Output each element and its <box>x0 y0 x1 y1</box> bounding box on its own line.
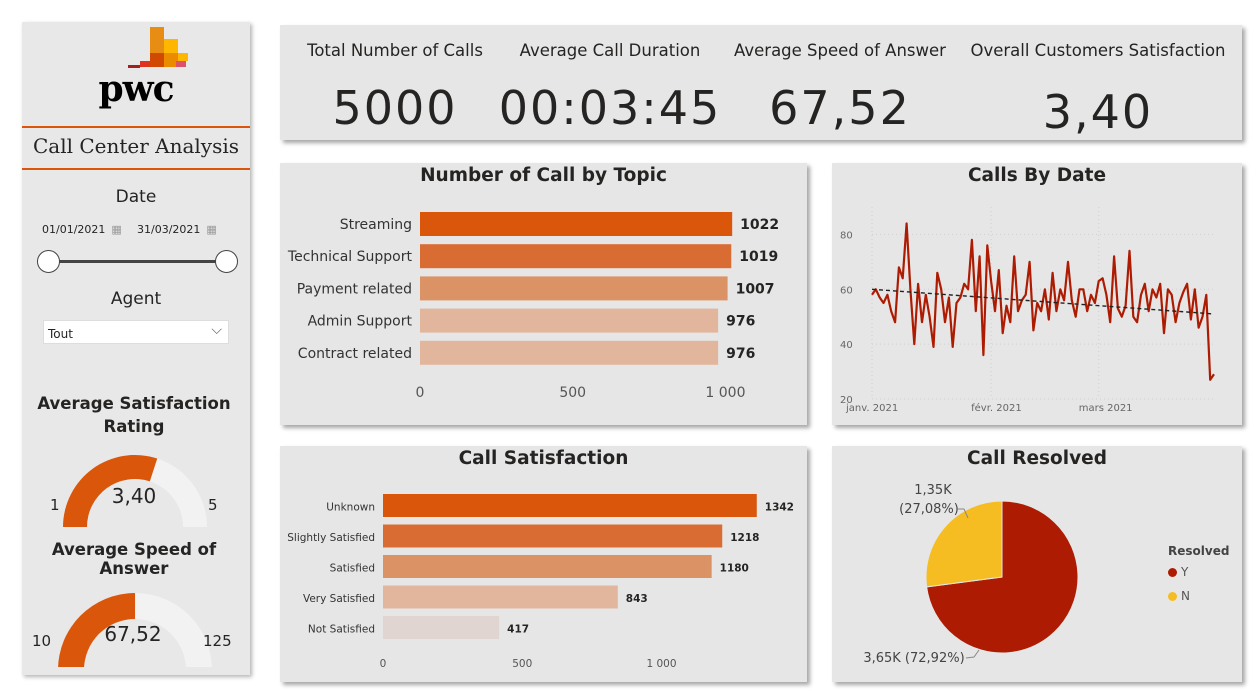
bar-category-label: Technical Support <box>287 249 413 265</box>
x-tick-label: 500 <box>512 658 532 670</box>
pie-leader-line-y <box>965 649 980 659</box>
legend-marker-n <box>1168 591 1177 601</box>
y-tick-label: 60 <box>840 285 853 296</box>
x-tick-label: 0 <box>416 385 425 401</box>
bar-data-label: 976 <box>726 314 755 330</box>
date-end-field[interactable]: 31/03/2021 ▦ <box>137 223 217 236</box>
calendar-icon[interactable]: ▦ <box>206 223 216 236</box>
bar-category-label: Slightly Satisfied <box>287 532 375 544</box>
speed-of-answer-gauge <box>58 593 212 667</box>
kpi-value-avg-duration: 00:03:45 <box>498 81 722 135</box>
gauge2-min: 10 <box>32 632 52 650</box>
y-tick-label: 80 <box>840 230 853 241</box>
bar <box>383 524 723 548</box>
y-tick-label: 40 <box>840 340 853 351</box>
date-slider-start-handle[interactable] <box>37 250 60 273</box>
bar <box>420 276 728 301</box>
kpi-value-speed-of-answer: 67,52 <box>769 81 911 135</box>
bar-data-label: 417 <box>507 624 529 636</box>
bar <box>383 616 500 639</box>
filter-sidebar: pwc Call Center Analysis Date 01/01/2021… <box>22 22 250 675</box>
agent-dropdown[interactable]: Tout ⌵ <box>43 320 229 344</box>
bar-data-label: 1019 <box>739 249 778 265</box>
legend-marker-y <box>1168 567 1177 577</box>
legend-item-y[interactable]: Y <box>1168 565 1188 579</box>
kpi-value-total-calls: 5000 <box>332 81 458 135</box>
bar-data-label: 1007 <box>736 281 775 297</box>
gauge2-max: 125 <box>203 632 232 650</box>
report-title: Call Center Analysis <box>32 134 240 158</box>
bar-category-label: Payment related <box>297 281 412 297</box>
x-tick-label: 1 000 <box>646 658 676 670</box>
bar <box>383 585 618 609</box>
satisfaction-bar-chart: Unknown 1342 Slightly Satisfied 1218 Satisfi… <box>287 494 794 670</box>
date-slider-end-handle[interactable] <box>215 250 238 273</box>
bar-category-label: Satisfied <box>330 563 375 575</box>
bar-category-label: Not Satisfied <box>308 624 375 636</box>
date-slicer-label: Date <box>115 187 157 207</box>
satisfaction-chart-card: Call Satisfaction Unknown 1342 Slightly Sa… <box>280 446 807 682</box>
call-resolved-pie-chart: 1,35K (27,08%) 3,65K (72,92%) <box>863 483 1079 666</box>
gauge1-min: 1 <box>50 496 60 514</box>
bar <box>383 494 757 517</box>
legend-item-n[interactable]: N <box>1168 589 1190 603</box>
x-tick-label: janv. 2021 <box>845 403 898 414</box>
date-start-text: 01/01/2021 <box>42 223 106 236</box>
agent-dropdown-value: Tout <box>48 327 73 341</box>
bar <box>420 340 719 365</box>
date-start-field[interactable]: 01/01/2021 ▦ <box>42 223 122 236</box>
agent-slicer-label: Agent <box>110 289 162 309</box>
gauge1-value: 3,40 <box>111 484 157 508</box>
bar-category-label: Admin Support <box>308 314 413 330</box>
topic-bar-chart: Streaming 1022 Technical Support 1019 Paymen… <box>287 212 779 401</box>
kpi-value-satisfaction: 3,40 <box>1042 85 1154 139</box>
kpi-label-satisfaction: Overall Customers Satisfaction <box>970 41 1226 60</box>
bar-data-label: 1022 <box>740 217 779 233</box>
bar-data-label: 843 <box>626 593 648 605</box>
chevron-down-icon[interactable]: ⌵ <box>211 322 222 338</box>
pie-label-n-percent: (27,08%) <box>899 502 959 517</box>
bar <box>420 244 732 269</box>
kpi-label-speed-of-answer: Average Speed of Answer <box>734 41 946 60</box>
date-slider-track[interactable] <box>50 260 225 263</box>
pie-label-y: 3,65K (72,92%) <box>863 651 964 666</box>
calendar-icon[interactable]: ▦ <box>111 223 121 236</box>
bar-data-label: 1218 <box>730 532 759 544</box>
gauge1-title: Average Satisfaction Rating <box>37 394 231 436</box>
pwc-logo-text: pwc <box>98 68 174 110</box>
kpi-card: Total Number of Calls 5000 Average Call … <box>280 25 1242 140</box>
calls-by-date-card: Calls By Date 20 40 60 80 janv. 2021 févr. 20… <box>832 163 1242 425</box>
bar-category-label: Streaming <box>340 217 412 233</box>
call-resolved-card: Call Resolved 1,35K (27,08%) 3,65K (72,92%… <box>832 446 1242 682</box>
date-end-text: 31/03/2021 <box>137 223 201 236</box>
x-tick-label: févr. 2021 <box>971 402 1022 414</box>
bar-data-label: 1342 <box>765 502 794 514</box>
x-tick-label: mars 2021 <box>1079 403 1133 414</box>
gauge2-value: 67,52 <box>104 622 162 646</box>
bar-data-label: 1180 <box>720 563 749 575</box>
bar <box>420 212 733 236</box>
pie-legend-title: Resolved <box>1168 544 1230 558</box>
calls-by-date-line-chart: 20406080janv. 2021 févr. 2021 mars 2021 <box>840 207 1215 414</box>
bar <box>420 308 719 333</box>
bar <box>383 555 712 578</box>
x-tick-label: 1 000 <box>705 385 745 401</box>
gauge1-max: 5 <box>208 496 218 514</box>
x-tick-label: 0 <box>380 658 387 670</box>
kpi-label-avg-duration: Average Call Duration <box>519 41 701 60</box>
bar-category-label: Very Satisfied <box>303 593 375 605</box>
pie-label-n-value: 1,35K <box>914 483 952 498</box>
bar-data-label: 976 <box>726 346 755 362</box>
bar-category-label: Unknown <box>326 502 375 514</box>
kpi-label-total-calls: Total Number of Calls <box>307 41 483 60</box>
bar-category-label: Contract related <box>298 346 412 362</box>
pwc-logo-mark <box>128 27 188 68</box>
topic-chart-card: Number of Call by Topic Streaming 1022 Tec… <box>280 163 807 425</box>
x-tick-label: 500 <box>559 385 586 401</box>
